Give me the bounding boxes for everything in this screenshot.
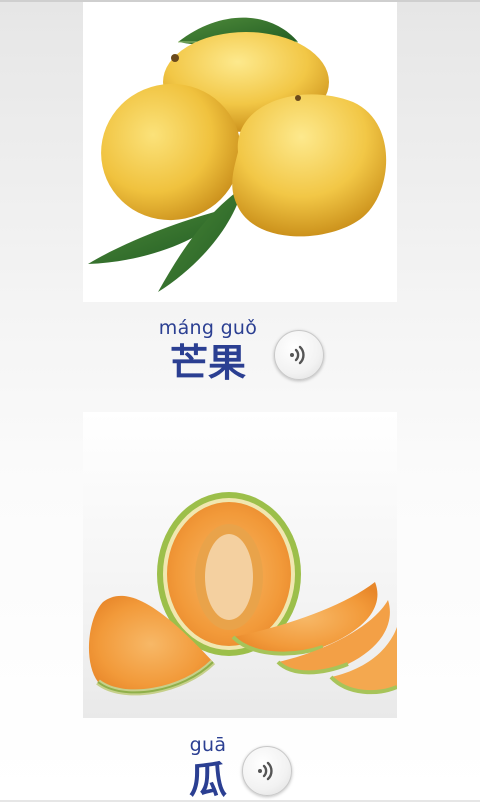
hanzi-label: 瓜 bbox=[188, 758, 227, 802]
word-text-melon: guā 瓜 bbox=[168, 734, 248, 800]
hanzi-label: 芒果 bbox=[169, 341, 246, 385]
pinyin-label: máng guǒ bbox=[158, 317, 258, 339]
mango-photo bbox=[83, 2, 397, 302]
word-text-mango: máng guǒ 芒果 bbox=[140, 317, 276, 383]
speaker-icon bbox=[258, 761, 273, 781]
play-audio-button[interactable] bbox=[274, 330, 324, 380]
pinyin-label: guā bbox=[189, 734, 227, 756]
speaker-icon bbox=[290, 345, 305, 365]
melon-photo bbox=[83, 412, 397, 718]
play-audio-button[interactable] bbox=[242, 746, 292, 796]
